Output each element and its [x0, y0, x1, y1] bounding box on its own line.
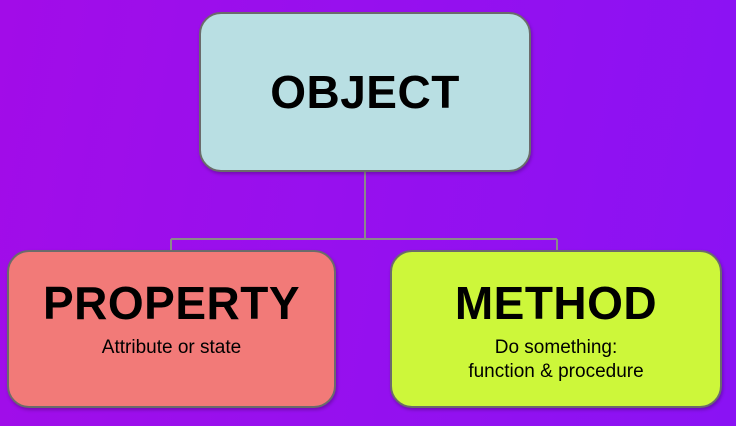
object-title: OBJECT	[270, 66, 460, 118]
hierarchy-diagram: OBJECT PROPERTY Attribute or state METHO…	[0, 0, 736, 426]
object-node: OBJECT	[199, 12, 531, 172]
method-description-line1: Do something:	[494, 337, 618, 358]
method-description-line2: function & procedure	[468, 361, 644, 382]
property-description: Attribute or state	[101, 337, 242, 358]
method-title: METHOD	[454, 277, 658, 329]
property-node: PROPERTY Attribute or state	[7, 250, 336, 408]
method-node: METHOD Do something: function & procedur…	[390, 250, 722, 408]
property-title: PROPERTY	[42, 277, 301, 329]
method-description: Do something: function & procedure	[392, 336, 720, 384]
